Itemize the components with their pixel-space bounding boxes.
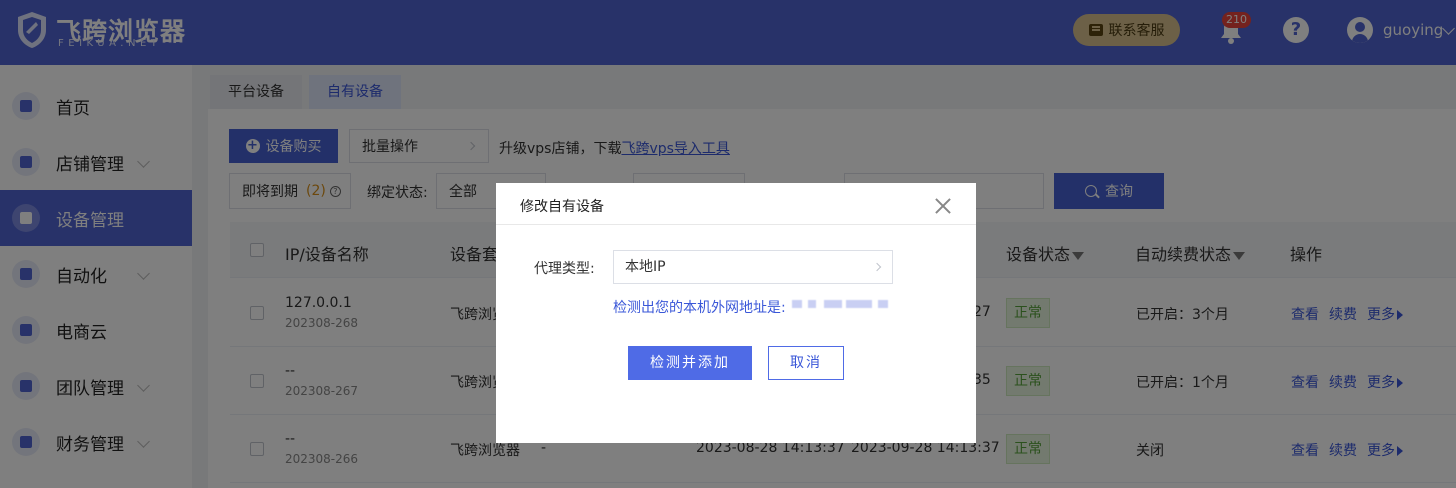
proxy-type-select[interactable]: 本地IP — [613, 250, 893, 284]
redacted-ip-block — [878, 300, 888, 308]
redacted-ip-block — [808, 300, 816, 308]
edit-own-device-dialog: 修改自有设备 代理类型: 本地IP 检测出您的本机外网地址是: 检测并添加 取消 — [496, 183, 976, 443]
proxy-type-value: 本地IP — [625, 259, 666, 275]
detect-and-add-button[interactable]: 检测并添加 — [628, 346, 752, 380]
dialog-divider — [496, 224, 976, 225]
cancel-button[interactable]: 取消 — [768, 346, 844, 380]
proxy-type-label: 代理类型: — [534, 261, 595, 277]
redacted-ip-block — [792, 300, 802, 308]
external-ip-hint: 检测出您的本机外网地址是: — [613, 300, 786, 316]
dialog-title: 修改自有设备 — [520, 199, 604, 215]
chevron-right-icon — [872, 262, 882, 272]
redacted-ip-block — [824, 300, 842, 308]
close-icon[interactable] — [933, 196, 953, 216]
redacted-ip-block — [846, 300, 872, 308]
